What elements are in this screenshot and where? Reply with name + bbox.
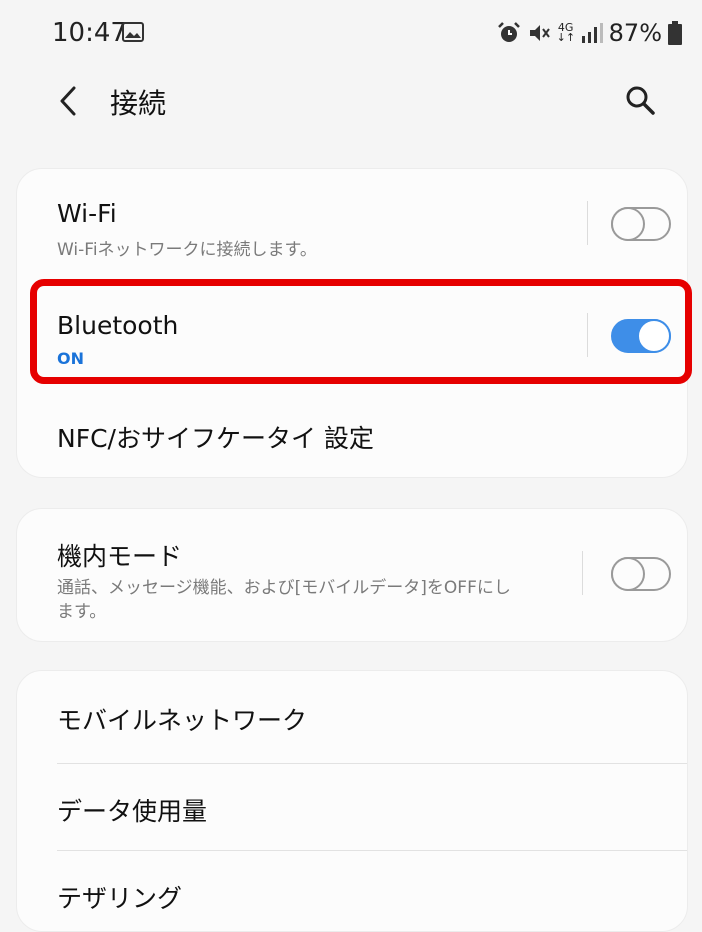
mobile-network-row[interactable]: モバイルネットワーク xyxy=(17,671,687,763)
bluetooth-toggle[interactable] xyxy=(611,319,671,353)
tethering-title: テザリング xyxy=(57,884,183,913)
app-bar: 接続 xyxy=(0,66,702,136)
status-bar: 10:47 4G ↓↑ 87% xyxy=(0,0,702,66)
airplane-divider xyxy=(582,551,583,595)
wifi-toggle-knob xyxy=(611,207,645,241)
wifi-toggle[interactable] xyxy=(611,207,671,241)
wifi-row[interactable]: Wi-Fi Wi-Fiネットワークに接続します。 xyxy=(17,169,687,279)
wifi-title: Wi-Fi xyxy=(57,199,117,228)
nfc-row[interactable]: NFC/おサイフケータイ 設定 xyxy=(17,389,687,477)
airplane-title: 機内モード xyxy=(57,542,183,571)
wifi-subtitle: Wi-Fiネットワークに接続します。 xyxy=(57,240,317,260)
airplane-row[interactable]: 機内モード 通話、メッセージ機能、および[モバイルデータ]をOFFにし ます。 xyxy=(17,509,687,641)
data-usage-title: データ使用量 xyxy=(57,797,208,826)
tethering-row[interactable]: テザリング xyxy=(17,851,687,931)
data-arrows-icon: 4G ↓↑ xyxy=(556,21,576,44)
nfc-title: NFC/おサイフケータイ 設定 xyxy=(57,424,374,453)
signal-icon xyxy=(581,23,603,43)
bluetooth-title: Bluetooth xyxy=(57,311,179,340)
connections-card: Wi-Fi Wi-Fiネットワークに接続します。 Bluetooth ON NF… xyxy=(16,168,688,478)
airplane-toggle[interactable] xyxy=(611,557,671,591)
bluetooth-divider xyxy=(587,313,588,357)
bluetooth-toggle-knob xyxy=(637,319,671,353)
bluetooth-status: ON xyxy=(57,349,84,368)
airplane-card: 機内モード 通話、メッセージ機能、および[モバイルデータ]をOFFにし ます。 xyxy=(16,508,688,642)
battery-percent: 87% xyxy=(608,19,662,47)
status-icons: 4G ↓↑ 87% xyxy=(497,18,682,48)
gallery-icon xyxy=(122,22,144,42)
bluetooth-row[interactable]: Bluetooth ON xyxy=(17,279,687,389)
airplane-subtitle-line1: 通話、メッセージ機能、および[モバイルデータ]をOFFにし xyxy=(57,578,511,598)
wifi-divider xyxy=(587,201,588,245)
airplane-toggle-knob xyxy=(611,557,645,591)
page-title: 接続 xyxy=(110,87,167,120)
network-card: モバイルネットワーク データ使用量 テザリング xyxy=(16,670,688,932)
airplane-subtitle-line2: ます。 xyxy=(57,602,107,622)
mobile-network-title: モバイルネットワーク xyxy=(57,706,308,735)
mute-icon xyxy=(529,25,550,41)
data-usage-row[interactable]: データ使用量 xyxy=(17,764,687,850)
status-time: 10:47 xyxy=(52,18,127,48)
search-icon[interactable] xyxy=(624,84,656,116)
alarm-icon xyxy=(497,22,520,42)
battery-icon xyxy=(668,21,682,45)
chevron-left-icon[interactable] xyxy=(56,84,80,118)
